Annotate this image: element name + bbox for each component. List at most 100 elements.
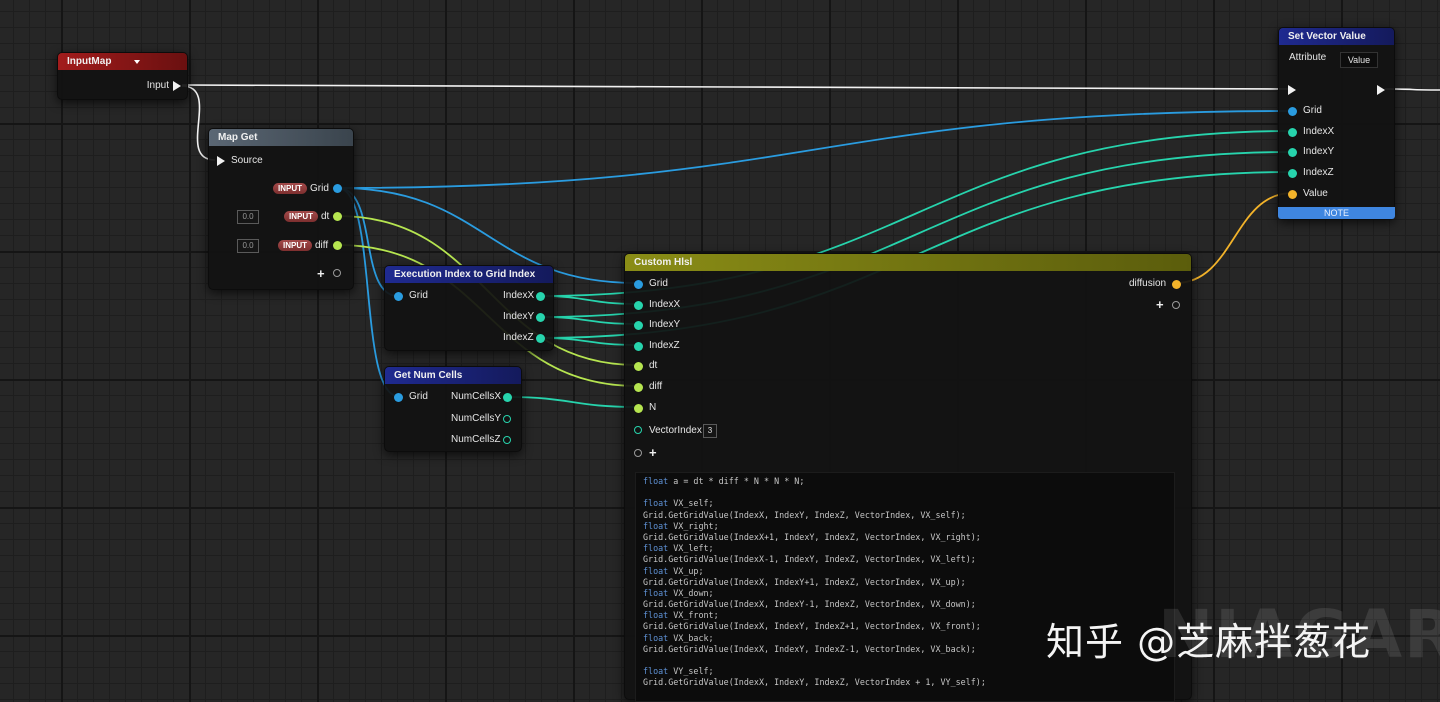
hlsl-grid-label: Grid xyxy=(649,278,668,289)
map-get-node[interactable]: Map Get Source INPUT Grid 0.0 INPUT dt 0… xyxy=(208,128,354,290)
hlsl-vectorindex-label: VectorIndex xyxy=(649,425,702,436)
get-num-cells-header[interactable]: Get Num Cells xyxy=(385,367,521,384)
get-num-cells-title: Get Num Cells xyxy=(394,370,463,381)
map-get-dt-label: dt xyxy=(321,211,330,222)
map-get-grid-pin[interactable] xyxy=(333,184,342,193)
set-vector-value-title: Set Vector Value xyxy=(1288,31,1366,42)
hlsl-code-editor[interactable]: float a = dt * diff * N * N * N; float V… xyxy=(635,472,1175,702)
add-input-icon[interactable]: + xyxy=(649,446,657,459)
add-output-icon[interactable]: + xyxy=(1156,298,1164,311)
hlsl-dt-pin[interactable] xyxy=(634,362,643,371)
hlsl-vectorindex-pin[interactable] xyxy=(634,426,642,434)
hlsl-indexx-pin[interactable] xyxy=(634,301,643,310)
exec-index-indexz-label: IndexZ xyxy=(503,332,534,343)
indexz-wire-hlsl xyxy=(539,337,638,346)
code-line: Grid.GetGridValue(IndexX, IndexY-1, Inde… xyxy=(643,599,976,610)
code-line: Grid.GetGridValue(IndexX, IndexY, IndexZ… xyxy=(643,509,966,520)
indexy-wire-hlsl xyxy=(539,316,638,325)
code-line: Grid.GetGridValue(IndexX, IndexY+1, Inde… xyxy=(643,576,966,587)
hlsl-indexx-label: IndexX xyxy=(649,299,681,310)
code-line: float VX_left; xyxy=(643,543,714,554)
hlsl-add-input-slot[interactable] xyxy=(634,449,642,457)
set-indexy-label: IndexY xyxy=(1303,146,1335,157)
set-vector-value-node[interactable]: Set Vector Value Attribute Value Grid In… xyxy=(1278,27,1395,220)
exec-index-grid-label: Grid xyxy=(409,290,428,301)
hlsl-n-label: N xyxy=(649,402,657,413)
code-line: Grid.GetGridValue(IndexX, IndexY, IndexZ… xyxy=(643,677,986,688)
hlsl-indexz-pin[interactable] xyxy=(634,342,643,351)
diff-default-field[interactable]: 0.0 xyxy=(237,239,259,253)
hlsl-indexy-label: IndexY xyxy=(649,319,681,330)
set-indexz-pin[interactable] xyxy=(1288,169,1297,178)
set-grid-pin[interactable] xyxy=(1288,107,1297,116)
get-num-cells-node[interactable]: Get Num Cells Grid NumCellsX NumCellsY N… xyxy=(384,366,522,452)
num-cells-y-pin[interactable] xyxy=(503,415,511,423)
input-badge: INPUT xyxy=(278,240,312,251)
num-cells-z-pin[interactable] xyxy=(503,436,511,444)
set-value-label: Value xyxy=(1303,188,1328,199)
dt-default-field[interactable]: 0.0 xyxy=(237,210,259,224)
map-get-title: Map Get xyxy=(218,132,258,143)
code-line: float VX_self; xyxy=(643,498,714,509)
hlsl-indexy-pin[interactable] xyxy=(634,321,643,330)
input-map-header[interactable]: InputMap xyxy=(58,53,187,70)
triangle-down-icon[interactable] xyxy=(134,60,140,64)
hlsl-indexz-label: IndexZ xyxy=(649,340,680,351)
exec-in-pin[interactable] xyxy=(1288,85,1296,95)
hlsl-dt-label: dt xyxy=(649,360,658,371)
code-line: float VX_down; xyxy=(643,587,714,598)
code-line: float VX_up; xyxy=(643,565,704,576)
exec-index-grid-pin[interactable] xyxy=(394,292,403,301)
exec-index-indexy-label: IndexY xyxy=(503,311,535,322)
map-get-header[interactable]: Map Get xyxy=(209,129,353,146)
hlsl-diff-pin[interactable] xyxy=(634,383,643,392)
attribute-value-field[interactable]: Value xyxy=(1340,52,1378,68)
code-line: Grid.GetGridValue(IndexX-1, IndexY, Inde… xyxy=(643,554,976,565)
num-cells-grid-label: Grid xyxy=(409,391,428,402)
num-cells-x-pin[interactable] xyxy=(503,393,512,402)
add-pin-slot[interactable] xyxy=(333,269,341,277)
exec-wire xyxy=(181,84,1292,90)
diffusion-wire xyxy=(1175,192,1293,284)
exec-out-pin[interactable] xyxy=(1377,85,1385,95)
exec-index-indexz-pin[interactable] xyxy=(536,334,545,343)
set-indexy-pin[interactable] xyxy=(1288,148,1297,157)
grid-wire-set xyxy=(337,110,1293,189)
set-indexx-pin[interactable] xyxy=(1288,128,1297,137)
hlsl-diffusion-pin[interactable] xyxy=(1172,280,1181,289)
source-exec-pin[interactable] xyxy=(217,156,225,166)
custom-hlsl-header[interactable]: Custom Hlsl xyxy=(625,254,1191,271)
code-line: float VX_right; xyxy=(643,520,719,531)
exec-index-indexx-pin[interactable] xyxy=(536,292,545,301)
input-exec-pin[interactable] xyxy=(173,81,181,91)
code-line: float a = dt * diff * N * N * N; xyxy=(643,476,805,486)
num-cells-z-label: NumCellsZ xyxy=(451,434,501,445)
input-map-node[interactable]: InputMap Input xyxy=(57,52,188,100)
note-button[interactable]: NOTE xyxy=(1278,207,1395,219)
set-vector-value-header[interactable]: Set Vector Value xyxy=(1279,28,1394,45)
input-badge: INPUT xyxy=(284,211,318,222)
set-indexz-label: IndexZ xyxy=(1303,167,1334,178)
execution-index-title: Execution Index to Grid Index xyxy=(394,269,536,280)
code-line: Grid.GetGridValue(IndexX+1, IndexY, Inde… xyxy=(643,531,981,542)
exec-index-indexy-pin[interactable] xyxy=(536,313,545,322)
input-badge: INPUT xyxy=(273,183,307,194)
map-get-dt-pin[interactable] xyxy=(333,212,342,221)
input-map-title: InputMap xyxy=(67,56,112,67)
hlsl-diffusion-label: diffusion xyxy=(1129,278,1167,289)
hlsl-n-pin[interactable] xyxy=(634,404,643,413)
add-pin-icon[interactable]: + xyxy=(317,267,325,280)
hlsl-grid-pin[interactable] xyxy=(634,280,643,289)
vectorindex-value-field[interactable]: 3 xyxy=(703,424,717,438)
map-get-diff-label: diff xyxy=(315,240,329,251)
hlsl-add-output-slot[interactable] xyxy=(1172,301,1180,309)
execution-index-node[interactable]: Execution Index to Grid Index Grid Index… xyxy=(384,265,554,351)
author-watermark: 知乎 @芝麻拌葱花 xyxy=(1046,620,1372,664)
set-value-pin[interactable] xyxy=(1288,190,1297,199)
num-cells-x-label: NumCellsX xyxy=(451,391,502,402)
indexx-wire-hlsl xyxy=(539,295,638,305)
map-get-diff-pin[interactable] xyxy=(333,241,342,250)
execution-index-header[interactable]: Execution Index to Grid Index xyxy=(385,266,553,283)
num-cells-grid-pin[interactable] xyxy=(394,393,403,402)
